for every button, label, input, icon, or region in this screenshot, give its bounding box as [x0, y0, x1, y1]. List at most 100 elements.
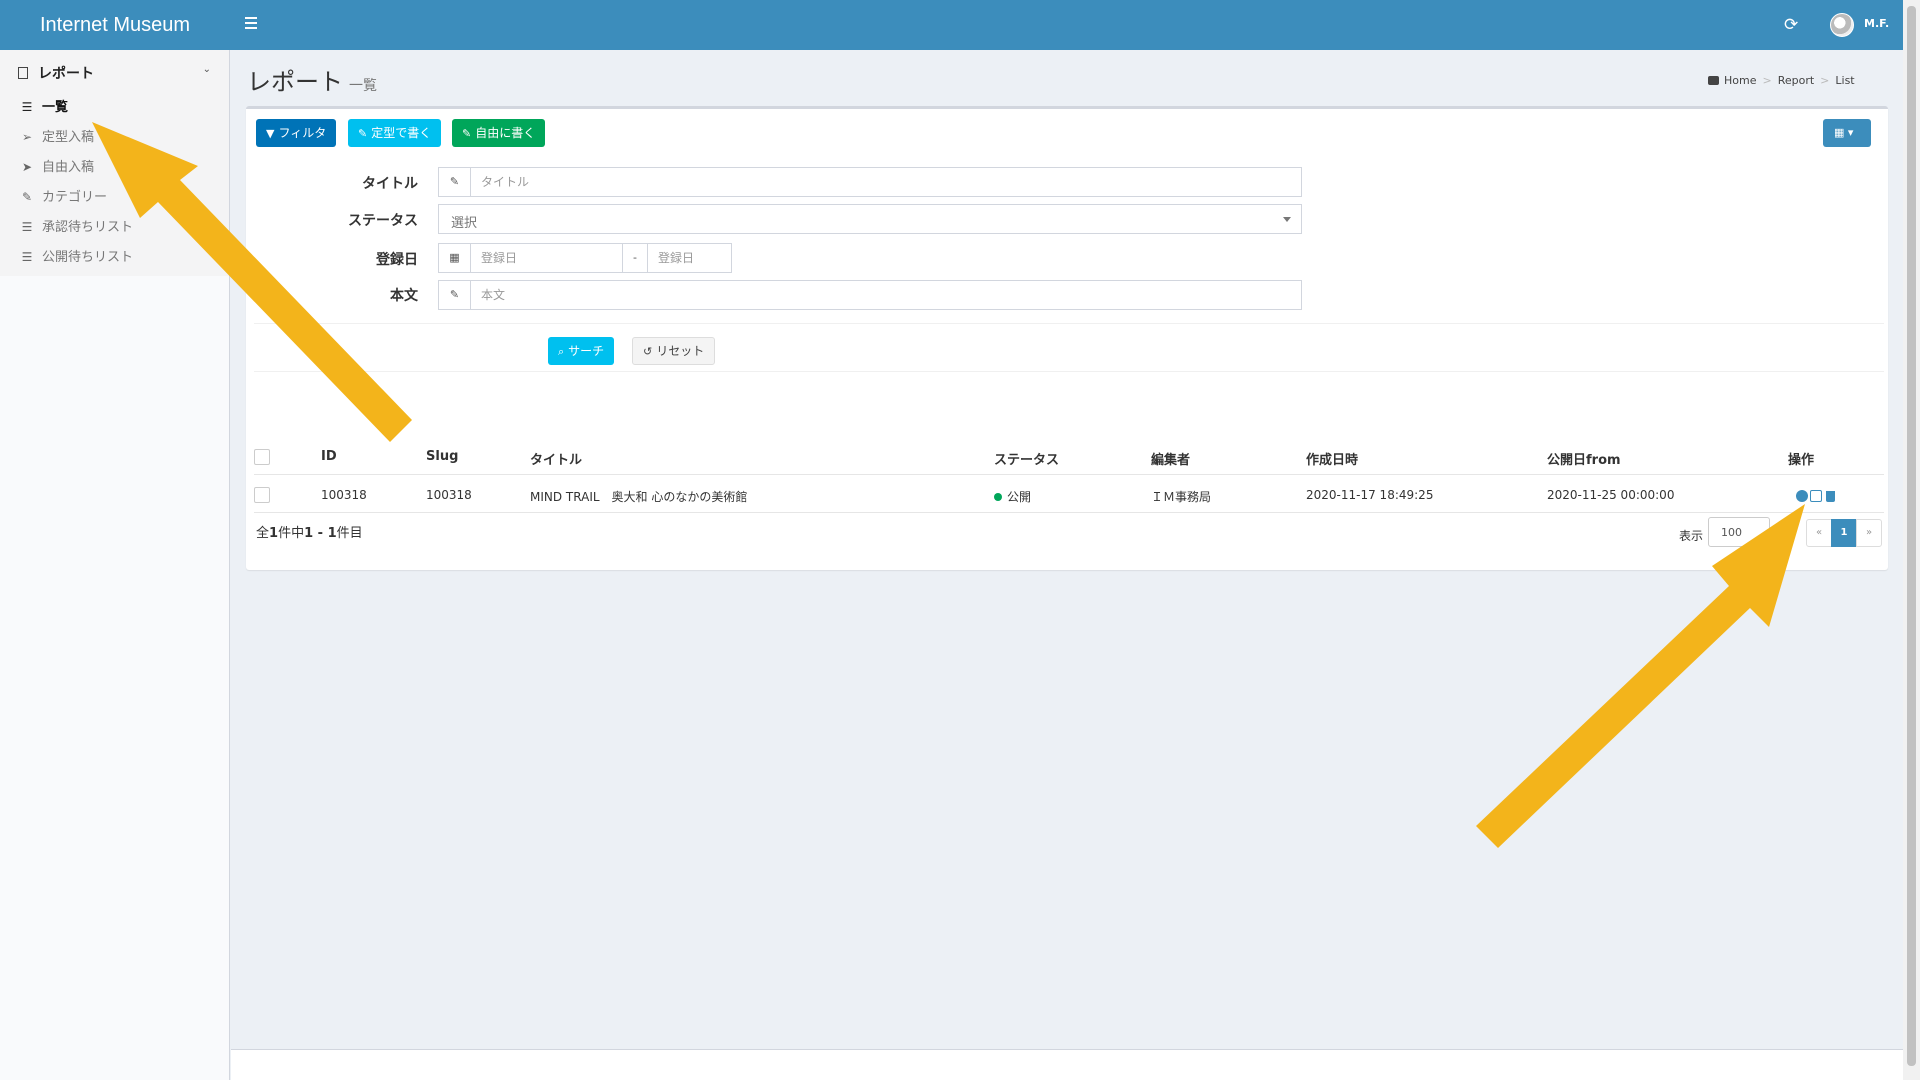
- status-text: 公開: [1007, 490, 1032, 504]
- col-publish-from[interactable]: 公開日from: [1547, 449, 1621, 468]
- per-page-label: 表示: [1679, 529, 1704, 543]
- status-select-value: 選択: [451, 216, 478, 231]
- sidebar-submenu: ☰ 一覧 ➢ 定型入稿 ➤ 自由入稿 ✎ カテゴリー ☰ 承認待ちリスト ☰ 公開待ちリスト: [0, 92, 229, 276]
- cell-title[interactable]: MIND TRAIL 奥大和 心のなかの美術館: [530, 488, 747, 505]
- cell-editor: ＩＭ事務局: [1151, 490, 1212, 504]
- pencil-icon: ✎: [21, 190, 33, 204]
- scrollbar-thumb[interactable]: [1907, 6, 1916, 1066]
- row-checkbox[interactable]: [254, 487, 270, 503]
- col-title[interactable]: タイトル: [530, 449, 582, 468]
- cell-created: 2020-11-17 18:49:25: [1306, 488, 1434, 502]
- sidebar-item-fixed-submission[interactable]: ➢ 定型入稿: [0, 122, 229, 152]
- col-actions: 操作: [1788, 453, 1815, 468]
- col-editor[interactable]: 編集者: [1151, 449, 1190, 468]
- sidebar-item-free-submission[interactable]: ➤ 自由入稿: [0, 152, 229, 182]
- breadcrumb-report[interactable]: Report: [1778, 74, 1814, 87]
- search-button[interactable]: ⌕ サーチ: [548, 337, 615, 365]
- cell-status: 公開: [994, 488, 1031, 505]
- date-filter-label: 登録日: [376, 252, 418, 268]
- pagination-page-1[interactable]: 1: [1831, 519, 1857, 547]
- sidebar-section-label: レポート: [38, 66, 94, 82]
- reset-button[interactable]: ↺ リセット: [632, 337, 716, 365]
- status-filter-select[interactable]: 選択: [438, 204, 1302, 234]
- title-filter-label: タイトル: [362, 176, 418, 192]
- grid-icon: ▦ ▾: [1834, 126, 1854, 139]
- chevron-down-icon: ⌄: [202, 64, 211, 75]
- breadcrumb-separator: >: [1762, 74, 1772, 87]
- col-status[interactable]: ステータス: [994, 449, 1059, 468]
- reset-button-label: リセット: [656, 344, 705, 358]
- sidebar-item-category[interactable]: ✎ カテゴリー: [0, 182, 229, 212]
- refresh-icon[interactable]: ⟳: [1784, 15, 1798, 35]
- top-navbar: Internet Museum ⟳ M.F.: [0, 0, 1903, 50]
- write-free-button[interactable]: ✎ 自由に書く: [452, 119, 546, 147]
- edit-icon: ✎: [358, 127, 368, 140]
- col-slug[interactable]: Slug: [426, 449, 458, 464]
- undo-icon: ↺: [643, 345, 653, 358]
- edit-icon[interactable]: [1810, 490, 1822, 502]
- sidebar-item-label: カテゴリー: [42, 190, 108, 205]
- cell-slug: 100318: [426, 488, 472, 502]
- body-filter-label: 本文: [390, 288, 418, 304]
- page-subtitle: 一覧: [349, 78, 377, 94]
- cell-id: 100318: [321, 488, 367, 502]
- list-icon: ☰: [21, 220, 33, 234]
- sidebar-item-list[interactable]: ☰ 一覧: [0, 92, 229, 122]
- filter-button-label: フィルタ: [278, 126, 327, 140]
- summary-mid: 件中: [278, 526, 305, 541]
- date-to-input[interactable]: [648, 244, 732, 272]
- body-filter-input[interactable]: [471, 281, 1301, 309]
- title-filter-group: ✎: [438, 167, 1302, 197]
- hamburger-menu-icon[interactable]: [240, 14, 262, 36]
- write-fixed-button[interactable]: ✎ 定型で書く: [348, 119, 442, 147]
- table-header-divider: [254, 474, 1884, 475]
- sidebar: レポート ⌄ ☰ 一覧 ➢ 定型入稿 ➤ 自由入稿 ✎ カテゴリー ☰ 承認待ちリスト ☰…: [0, 50, 230, 1080]
- sidebar-section-report[interactable]: レポート ⌄: [0, 50, 229, 92]
- page-footer: [231, 1049, 1903, 1080]
- status-filter-label: ステータス: [348, 213, 418, 229]
- calendar-icon: ▦: [439, 244, 471, 272]
- pagination-prev[interactable]: «: [1806, 519, 1832, 547]
- summary-total: 1: [269, 526, 279, 541]
- table-top-divider: [254, 371, 1884, 372]
- summary-pre: 全: [256, 526, 270, 541]
- summary-post: 件目: [336, 526, 363, 541]
- sidebar-item-approval-pending[interactable]: ☰ 承認待ちリスト: [0, 212, 229, 242]
- col-id[interactable]: ID: [321, 449, 337, 464]
- filter-button[interactable]: ▼ フィルタ: [256, 119, 337, 147]
- column-toggle-button[interactable]: ▦ ▾: [1823, 119, 1871, 147]
- date-from-input[interactable]: [471, 244, 621, 272]
- paper-plane-outline-icon: ➢: [21, 130, 33, 144]
- per-page-select[interactable]: 100: [1708, 517, 1770, 547]
- pencil-icon: ✎: [439, 281, 471, 309]
- select-all-checkbox[interactable]: [254, 449, 270, 465]
- list-icon: ☰: [21, 250, 33, 264]
- dashboard-icon: [1708, 76, 1719, 85]
- user-name[interactable]: M.F.: [1864, 17, 1889, 30]
- breadcrumb-home[interactable]: Home: [1724, 74, 1756, 87]
- report-list-box: ▼フィルタ ✎定型で書く ✎自由に書く ▦ ▾ タイトル ✎ ステータス 選択 …: [246, 106, 1888, 570]
- breadcrumb: Home > Report > List: [1708, 74, 1855, 87]
- pagination-next[interactable]: »: [1856, 519, 1882, 547]
- sidebar-item-publish-pending[interactable]: ☰ 公開待ちリスト: [0, 242, 229, 272]
- result-summary: 全1件中1 - 1件目: [256, 522, 363, 541]
- list-icon: ☰: [21, 100, 33, 114]
- title-filter-input[interactable]: [471, 168, 1301, 196]
- summary-range: 1 - 1: [304, 526, 337, 541]
- trash-icon[interactable]: [1826, 491, 1835, 502]
- paper-plane-icon: ➤: [21, 160, 33, 174]
- write-fixed-button-label: 定型で書く: [371, 126, 432, 140]
- app-logo[interactable]: Internet Museum: [0, 0, 230, 50]
- filter-icon: ▼: [266, 127, 275, 140]
- form-divider: [254, 323, 1884, 324]
- globe-icon[interactable]: [1796, 490, 1808, 502]
- search-button-label: サーチ: [568, 344, 605, 358]
- date-range-separator: -: [622, 244, 648, 272]
- breadcrumb-list: List: [1835, 74, 1855, 87]
- file-icon: [18, 67, 28, 79]
- vertical-scrollbar[interactable]: [1903, 0, 1920, 1080]
- avatar[interactable]: [1830, 13, 1854, 37]
- col-created[interactable]: 作成日時: [1306, 449, 1358, 468]
- page-title-text: レポート: [247, 68, 343, 96]
- page-title: レポート 一覧: [247, 62, 377, 97]
